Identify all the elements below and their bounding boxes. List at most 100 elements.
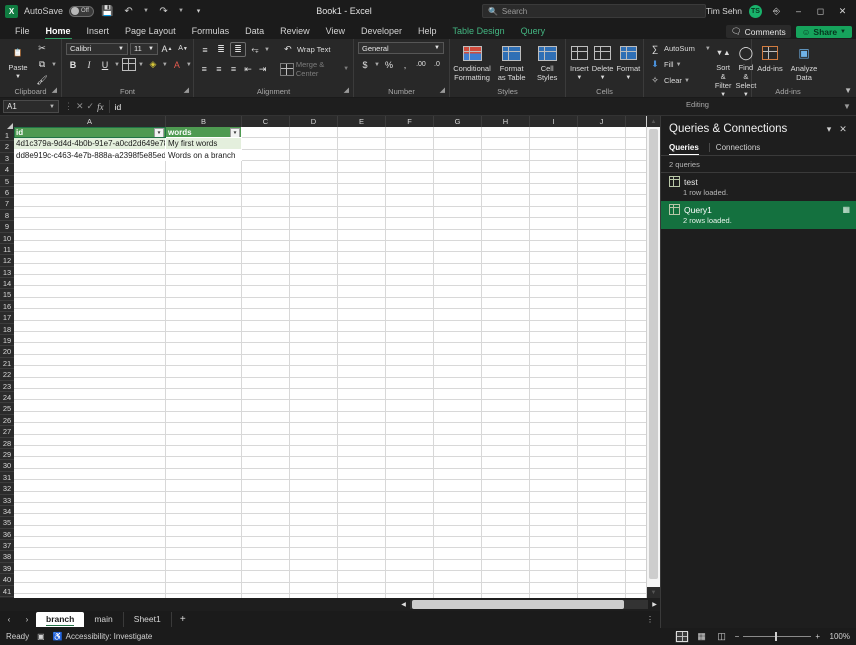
grid-cell[interactable] (434, 229, 482, 241)
grid-cell[interactable] (626, 423, 646, 435)
grid-cell[interactable] (530, 491, 578, 503)
redo-icon[interactable]: ↷ (156, 4, 171, 19)
row-header-37[interactable]: 37 (0, 540, 14, 552)
grid-cell[interactable] (626, 446, 646, 458)
grid-cell[interactable] (338, 183, 386, 196)
row-header-11[interactable]: 11 (0, 244, 14, 256)
add-sheet-button[interactable]: + (172, 614, 194, 625)
grid-cell[interactable] (482, 480, 530, 492)
grid-cell[interactable] (434, 594, 482, 598)
grid-cell[interactable] (626, 252, 646, 264)
grid-cell[interactable] (434, 559, 482, 572)
customize-quick-access-icon[interactable]: ▾ (191, 4, 206, 19)
grid-cell[interactable] (578, 183, 626, 196)
grid-cell[interactable] (290, 320, 338, 333)
grid-cell[interactable] (166, 286, 242, 298)
column-header-f[interactable]: F (386, 116, 434, 127)
grid-cell[interactable] (530, 525, 578, 538)
grid-cell[interactable] (626, 492, 646, 503)
grid-cell[interactable] (482, 206, 530, 219)
grid-cell[interactable] (530, 514, 578, 526)
grid-cell[interactable] (530, 309, 578, 321)
row-header-41[interactable]: 41 (0, 586, 14, 598)
grid-cell[interactable] (530, 423, 578, 435)
grid-cell[interactable] (338, 354, 386, 367)
tab-insert[interactable]: Insert (79, 23, 118, 39)
row-header-39[interactable]: 39 (0, 563, 14, 575)
grid-cell[interactable] (626, 400, 646, 412)
grid-cell[interactable] (434, 161, 482, 173)
grid-cell[interactable] (242, 332, 290, 344)
number-format-combo[interactable]: General ▼ (358, 42, 444, 54)
grid-cell[interactable] (386, 263, 434, 276)
column-header-i[interactable]: I (530, 116, 578, 127)
scroll-up-icon[interactable]: ▲ (647, 116, 660, 127)
grid-cell[interactable] (338, 594, 386, 598)
grid-cell[interactable] (386, 411, 434, 424)
grid-cell[interactable] (386, 229, 434, 241)
row-header-21[interactable]: 21 (0, 358, 14, 370)
grid-cell[interactable] (434, 525, 482, 538)
grid-cell[interactable] (530, 434, 578, 446)
font-size-combo[interactable]: 11 ▼ (130, 42, 158, 55)
grid-cell[interactable] (482, 571, 530, 583)
currency-icon[interactable]: $ (358, 58, 372, 71)
zoom-in-button[interactable]: + (815, 632, 820, 641)
grid-cell[interactable] (338, 491, 386, 503)
grid-cell[interactable] (482, 434, 530, 446)
grid-cell[interactable] (530, 183, 578, 196)
row-header-29[interactable]: 29 (0, 449, 14, 461)
grid-cell[interactable] (578, 240, 626, 253)
grid-cell[interactable] (578, 411, 626, 424)
grid-cell[interactable] (530, 218, 578, 230)
grid-cell[interactable] (626, 560, 646, 572)
grid-cell[interactable] (166, 571, 242, 583)
grid-cell[interactable] (626, 230, 646, 241)
grid-cell[interactable] (242, 218, 290, 230)
grid-cell[interactable] (386, 172, 434, 184)
grid-cell[interactable] (434, 297, 482, 310)
row-header-17[interactable]: 17 (0, 312, 14, 324)
grid-cell[interactable] (242, 161, 290, 173)
align-left-icon[interactable]: ≡ (198, 63, 211, 76)
grid-cell[interactable] (386, 149, 434, 162)
grid-cell[interactable] (626, 548, 646, 560)
grid-cell[interactable] (14, 400, 166, 412)
grid-cell[interactable] (434, 571, 482, 583)
grid-cell[interactable] (242, 172, 290, 184)
grid-cell[interactable] (578, 286, 626, 298)
previous-sheet-icon[interactable]: ‹ (0, 612, 18, 627)
dialog-launcher-icon[interactable]: ◢ (440, 86, 445, 96)
grid-cell[interactable] (290, 457, 338, 469)
grid-cell[interactable] (242, 445, 290, 458)
grid-cell[interactable] (578, 559, 626, 572)
grid-cell[interactable] (166, 218, 242, 230)
grid-cell[interactable] (166, 537, 242, 549)
increase-decimal-icon[interactable]: .00 (414, 58, 428, 71)
grid-cell[interactable] (530, 343, 578, 355)
grid-cell[interactable] (338, 218, 386, 230)
grid-cell[interactable] (14, 594, 166, 598)
row-header-32[interactable]: 32 (0, 483, 14, 495)
grid-cell[interactable] (482, 400, 530, 412)
chevron-down-icon[interactable]: ▾ (822, 122, 836, 136)
grid-cell[interactable] (626, 571, 646, 583)
percent-style-icon[interactable]: % (382, 58, 396, 71)
grid-cell[interactable] (242, 309, 290, 321)
copy-icon[interactable]: ⧉ (35, 58, 49, 71)
grid-cell[interactable] (242, 502, 290, 515)
conditional-formatting-button[interactable]: Conditional Formatting (453, 43, 491, 82)
grid-cell[interactable] (578, 502, 626, 515)
grid-cell[interactable] (530, 400, 578, 412)
share-dropdown-icon[interactable]: ▼ (840, 29, 846, 35)
grid-cell[interactable] (14, 502, 166, 515)
grid-cell[interactable] (578, 457, 626, 469)
grid-cell[interactable] (386, 423, 434, 435)
grid-cell[interactable] (14, 445, 166, 458)
font-name-combo[interactable]: Calibri ▼ (66, 42, 128, 55)
grid-cell[interactable] (482, 309, 530, 321)
grid-cell[interactable] (626, 161, 646, 173)
grid-cell[interactable] (626, 207, 646, 219)
grid-cell[interactable] (338, 366, 386, 378)
grid-cell[interactable] (290, 309, 338, 321)
